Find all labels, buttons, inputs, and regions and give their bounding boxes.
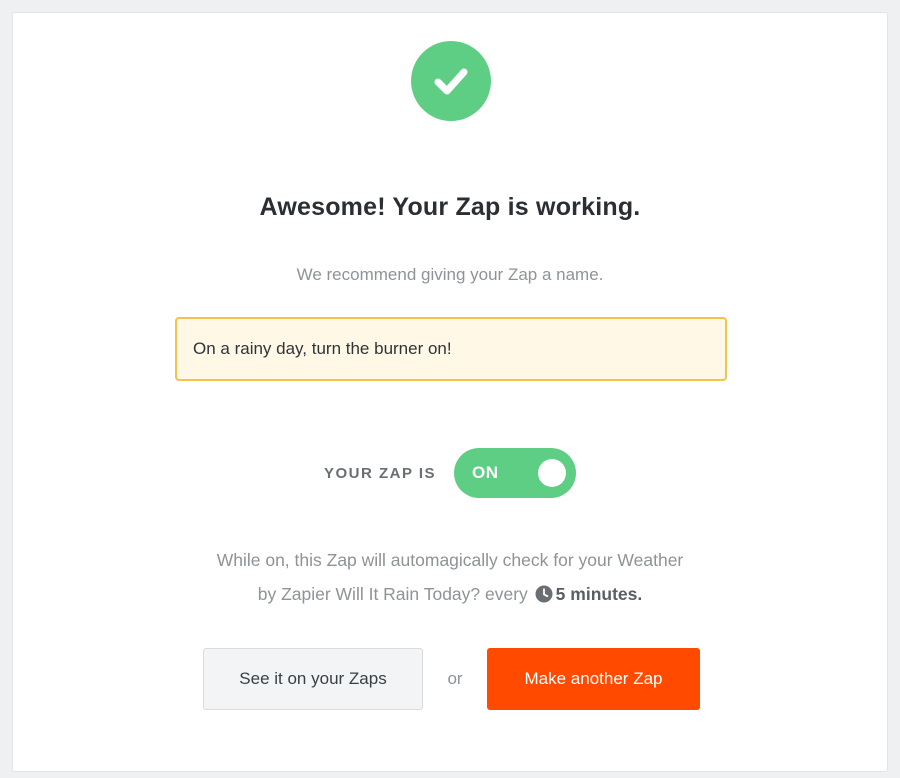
interval-suffix: . <box>637 584 643 604</box>
make-another-zap-button[interactable]: Make another Zap <box>487 648 700 710</box>
page-subtitle: We recommend giving your Zap a name. <box>296 265 604 284</box>
zap-status-label: YOUR ZAP IS <box>323 464 437 482</box>
see-zaps-button[interactable]: See it on your Zaps <box>203 648 423 710</box>
description-line-1: While on, this Zap will automagically ch… <box>216 550 684 570</box>
zap-success-card: Awesome! Your Zap is working. We recomme… <box>12 12 888 772</box>
success-badge <box>411 41 491 121</box>
checkmark-icon <box>434 68 468 95</box>
zap-on-toggle[interactable]: ON <box>454 448 577 498</box>
zap-status-row: YOUR ZAP IS ON <box>13 448 887 498</box>
description-line-2: by Zapier Will It Rain Today? every 5 mi… <box>13 577 887 611</box>
description-line-2-text: by Zapier Will It Rain Today? every <box>257 584 528 604</box>
zap-description: While on, this Zap will automagically ch… <box>13 543 887 611</box>
or-separator: or <box>447 669 463 688</box>
clock-icon <box>535 585 553 603</box>
zap-name-input[interactable] <box>175 317 727 381</box>
page-title: Awesome! Your Zap is working. <box>259 193 641 221</box>
toggle-state-label: ON <box>472 463 499 482</box>
toggle-knob <box>538 459 567 487</box>
poll-interval: 5 minutes <box>555 584 638 604</box>
